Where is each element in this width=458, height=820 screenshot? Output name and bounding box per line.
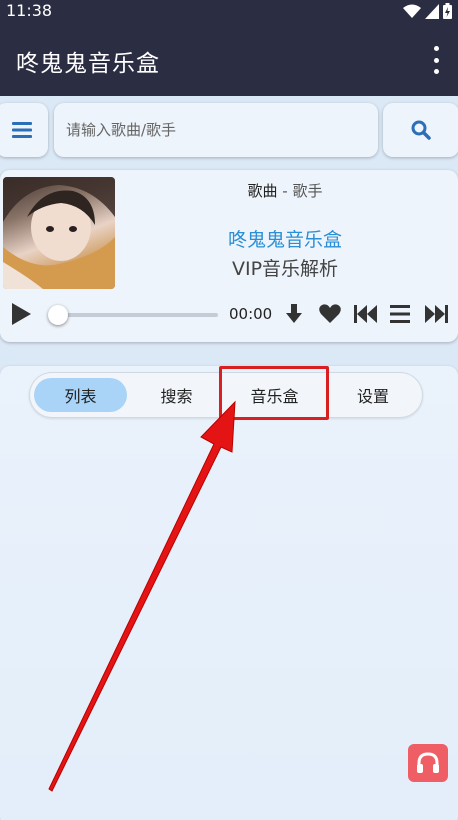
headphones-icon: [417, 752, 439, 773]
annotation-arrow: [48, 400, 236, 792]
headphone-button[interactable]: [408, 744, 448, 782]
